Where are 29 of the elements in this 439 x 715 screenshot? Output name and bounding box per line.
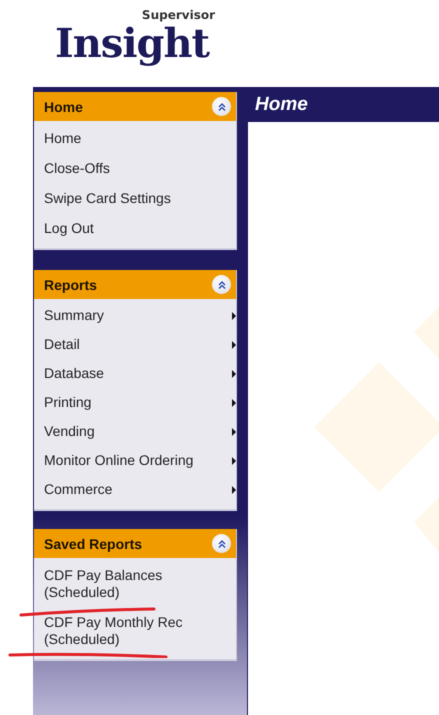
logo-title: Insight (55, 24, 210, 64)
menu-item[interactable]: Home (44, 130, 82, 146)
collapse-icon[interactable] (212, 97, 231, 116)
submenu-arrow-icon (232, 456, 236, 464)
menu-item[interactable]: CDF Pay Balances (Scheduled) (44, 567, 196, 601)
logo-subtitle: Supervisor (142, 8, 215, 22)
submenu-arrow-icon (232, 340, 236, 348)
menu-item[interactable]: Close-Offs (44, 160, 110, 176)
panel-title: Reports (44, 276, 97, 292)
submenu-arrow-icon (232, 428, 236, 436)
page-title: Home (255, 94, 308, 116)
panel-title: Saved Reports (44, 536, 142, 552)
menu-item[interactable]: Log Out (44, 220, 94, 236)
submenu-arrow-icon (232, 398, 236, 406)
menu-item[interactable]: Summary (44, 307, 104, 324)
menu-item[interactable]: Printing (44, 394, 92, 411)
menu-item[interactable]: Vending (44, 423, 95, 440)
menu-item[interactable]: Detail (44, 336, 80, 353)
submenu-arrow-icon (232, 312, 236, 320)
collapse-icon[interactable] (212, 275, 231, 294)
menu-item[interactable]: Database (44, 365, 104, 382)
menu-item[interactable]: CDF Pay Monthly Rec (Scheduled) (44, 614, 196, 648)
menu-item[interactable]: Swipe Card Settings (44, 190, 171, 206)
menu-item[interactable]: Monitor Online Ordering (44, 452, 194, 469)
panel-title: Home (44, 98, 83, 114)
menu-item[interactable]: Commerce (44, 481, 112, 498)
submenu-arrow-icon (232, 370, 236, 378)
collapse-icon[interactable] (212, 534, 231, 553)
submenu-arrow-icon (232, 486, 236, 494)
